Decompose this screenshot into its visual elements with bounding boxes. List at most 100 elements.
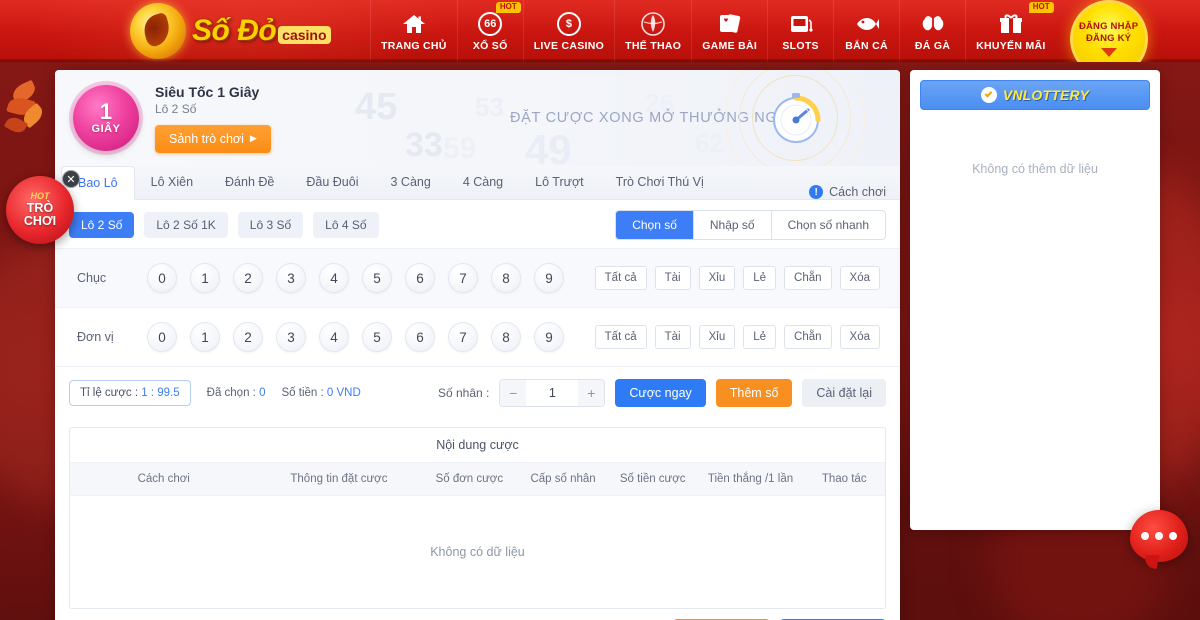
fish-icon [854, 11, 880, 37]
filter-tai[interactable]: Tài [654, 266, 691, 290]
nav-item-ban-ca[interactable]: BẮN CÁ [833, 0, 899, 62]
number-ball[interactable]: 1 [190, 263, 220, 293]
lottery-ball-number: 66 [478, 11, 503, 36]
filter-le[interactable]: Lẻ [743, 325, 777, 349]
number-ball[interactable]: 3 [276, 263, 306, 293]
floating-hot-games-widget[interactable]: HOT TRÒ CHƠI ✕ [6, 170, 80, 248]
game-tabs: Bao Lô Lô Xiên Đánh Đề Đầu Đuôi 3 Càng 4… [55, 166, 900, 200]
chip-lo-2-so[interactable]: Lô 2 Số [69, 212, 135, 238]
badge-text: GIÂY [91, 123, 121, 135]
game-info: Siêu Tốc 1 Giây Lô 2 Số Sảnh trò chơi ▶ [155, 84, 271, 153]
number-ball[interactable]: 1 [190, 322, 220, 352]
quick-filters-chuc: Tất cả Tài Xỉu Lẻ Chẵn Xóa [594, 266, 886, 290]
vnlottery-banner[interactable]: VNLOTTERY [920, 80, 1150, 110]
multiplier-decrease-button[interactable]: − [500, 380, 527, 406]
tab-4-cang[interactable]: 4 Càng [447, 165, 519, 199]
leaf-decoration [3, 78, 66, 148]
number-ball[interactable]: 7 [448, 322, 478, 352]
game-lobby-button[interactable]: Sảnh trò chơi ▶ [155, 124, 271, 153]
number-ball[interactable]: 2 [233, 322, 263, 352]
chat-dot-icon [1169, 532, 1177, 540]
nav-item-xo-so[interactable]: HOT 66 XỔ SỐ [456, 0, 523, 62]
number-ball[interactable]: 4 [319, 263, 349, 293]
logo-sub-text: casino [278, 26, 331, 44]
bet-now-button[interactable]: Cược ngay [615, 379, 706, 407]
chip-lo-3-so[interactable]: Lô 3 Số [237, 212, 304, 238]
close-icon[interactable]: ✕ [62, 170, 80, 188]
nav-label: SLOTS [782, 39, 819, 52]
mode-chon-so-nhanh[interactable]: Chọn số nhanh [771, 211, 885, 239]
nav-item-slots[interactable]: SLOTS [767, 0, 833, 62]
filter-tat-ca[interactable]: Tất cả [594, 266, 647, 290]
content-area: 45 33 53 59 49 26 62 1 GIÂY Siêu Tốc 1 G… [0, 62, 1200, 620]
tab-danh-de[interactable]: Đánh Đề [209, 165, 290, 199]
add-number-button[interactable]: Thêm số [715, 379, 793, 407]
tab-dau-duoi[interactable]: Đầu Đuôi [290, 165, 374, 199]
dollar-coin-icon: $ [556, 11, 582, 37]
number-ball[interactable]: 9 [534, 263, 564, 293]
filter-xiu[interactable]: Xỉu [698, 266, 736, 290]
number-row-chuc: Chục 0 1 2 3 4 5 6 7 8 9 Tất cả Tài Xỉu [55, 248, 900, 307]
bg-number: 33 [405, 126, 443, 164]
number-ball[interactable]: 8 [491, 322, 521, 352]
how-to-play-link[interactable]: ! Cách chơi [809, 185, 886, 199]
number-ball[interactable]: 8 [491, 263, 521, 293]
number-ball[interactable]: 0 [147, 322, 177, 352]
nav-label: LIVE CASINO [533, 39, 605, 52]
dollar-sign: $ [556, 11, 581, 36]
quick-filters-don-vi: Tất cả Tài Xỉu Lẻ Chẵn Xóa [594, 325, 886, 349]
chip-lo-2-so-1k[interactable]: Lô 2 Số 1K [144, 212, 228, 238]
filter-le[interactable]: Lẻ [743, 266, 777, 290]
filter-xoa[interactable]: Xóa [839, 325, 880, 349]
number-ball[interactable]: 4 [319, 322, 349, 352]
number-ball[interactable]: 5 [362, 263, 392, 293]
multiplier-controls: Số nhân : − + Cược ngay Thêm số Cài đặt … [438, 379, 886, 407]
filter-chan[interactable]: Chẵn [784, 325, 832, 349]
input-mode-selector: Chọn số Nhập số Chọn số nhanh [615, 210, 886, 240]
playing-cards-icon [717, 11, 743, 37]
number-ball[interactable]: 2 [233, 263, 263, 293]
filter-xoa[interactable]: Xóa [839, 266, 880, 290]
number-ball[interactable]: 5 [362, 322, 392, 352]
bg-number: 62 [695, 128, 724, 158]
chat-support-button[interactable] [1130, 510, 1188, 562]
multiplier-input[interactable] [526, 380, 579, 406]
multiplier-increase-button[interactable]: + [578, 380, 605, 406]
number-ball[interactable]: 9 [534, 322, 564, 352]
number-ball[interactable]: 0 [147, 263, 177, 293]
number-ball[interactable]: 6 [405, 322, 435, 352]
logo-main-text: Số Đỏ [192, 14, 277, 47]
nav-item-da-ga[interactable]: ĐÁ GÀ [899, 0, 965, 62]
hot-badge: HOT [1028, 2, 1054, 13]
tab-lo-truot[interactable]: Lô Trượt [519, 165, 600, 199]
nav-item-khuyen-mai[interactable]: HOT KHUYẾN MÃI [965, 0, 1056, 62]
number-ball[interactable]: 7 [448, 263, 478, 293]
hot-games-badge[interactable]: HOT TRÒ CHƠI [6, 176, 74, 244]
number-ball[interactable]: 6 [405, 263, 435, 293]
tab-3-cang[interactable]: 3 Càng [375, 165, 447, 199]
filter-tat-ca[interactable]: Tất cả [594, 325, 647, 349]
filter-chan[interactable]: Chẵn [784, 266, 832, 290]
mode-chon-so[interactable]: Chọn số [616, 211, 694, 239]
row-label: Đơn vị [77, 330, 114, 344]
reset-settings-button[interactable]: Cài đặt lại [802, 379, 886, 407]
tab-lo-xien[interactable]: Lô Xiên [135, 165, 209, 199]
filter-xiu[interactable]: Xỉu [698, 325, 736, 349]
lottery-ball-icon: 66 [477, 11, 503, 37]
filter-tai[interactable]: Tài [654, 325, 691, 349]
nav-label: GAME BÀI [702, 39, 758, 52]
hot-badge: HOT [495, 2, 521, 13]
number-ball[interactable]: 3 [276, 322, 306, 352]
nav-item-game-bai[interactable]: GAME BÀI [691, 0, 767, 62]
tab-tro-choi-thu-vi[interactable]: Trò Chơi Thú Vị [600, 165, 720, 199]
login-register-button[interactable]: ĐĂNG NHẬP ĐĂNG KÝ [1069, 0, 1148, 62]
nav-item-live-casino[interactable]: $ LIVE CASINO [522, 0, 614, 62]
table-body: Không có dữ liệu [70, 496, 885, 608]
chip-lo-4-so[interactable]: Lô 4 Số [313, 212, 379, 238]
nav-item-the-thao[interactable]: THỂ THAO [614, 0, 691, 62]
mode-nhap-so[interactable]: Nhập số [693, 211, 772, 239]
table-header-cell: Cấp số nhân [530, 473, 596, 485]
arrow-right-icon: ▶ [249, 133, 257, 143]
nav-item-trang-chu[interactable]: TRANG CHỦ [370, 0, 457, 62]
site-logo[interactable]: Số Đỏ casino [0, 0, 370, 62]
